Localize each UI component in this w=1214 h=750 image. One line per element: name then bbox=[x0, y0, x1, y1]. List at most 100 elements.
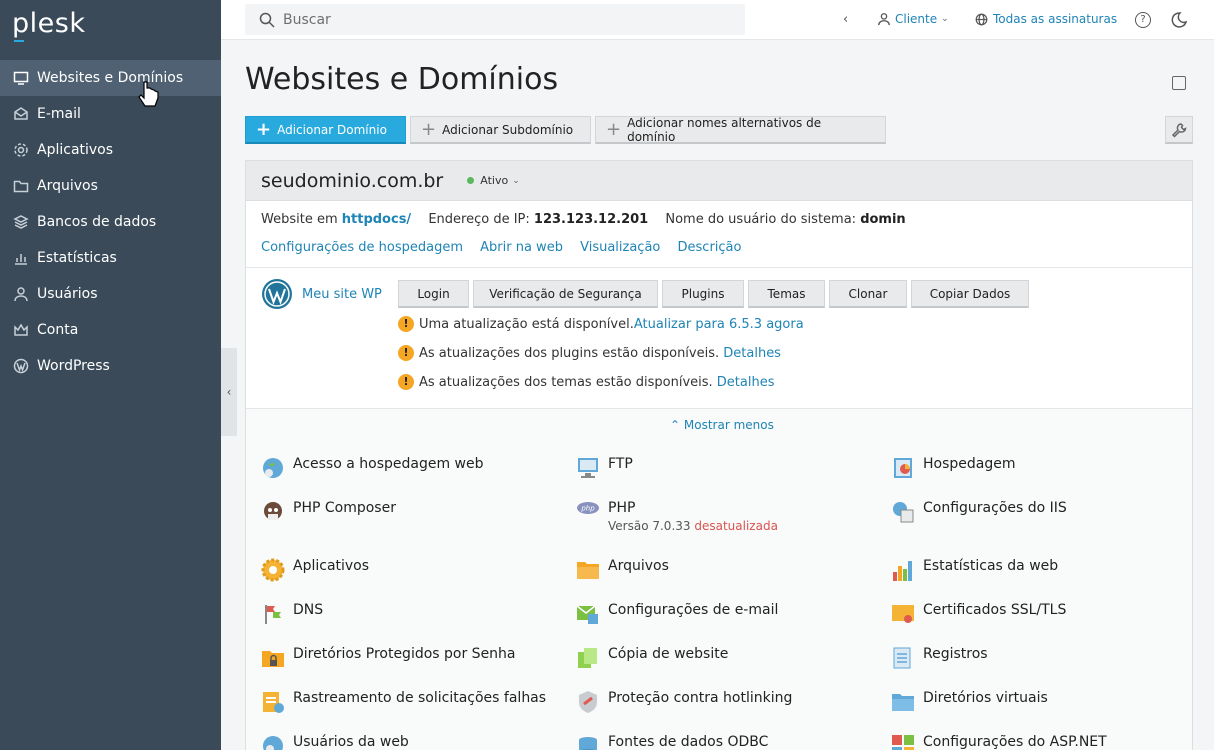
add-domain-aliases-button[interactable]: + Adicionar nomes alternativos de domíni… bbox=[595, 116, 886, 144]
sidebar-item-files[interactable]: Arquivos bbox=[0, 168, 221, 204]
tool-php[interactable]: php PHP Versão 7.0.33 desatualizada bbox=[576, 500, 778, 533]
wp-clone-button[interactable]: Clonar bbox=[829, 280, 907, 308]
globe-user-icon bbox=[263, 458, 283, 478]
tool-label: Configurações de e-mail bbox=[608, 602, 779, 618]
update-now-link[interactable]: Atualizar para 6.5.3 agora bbox=[634, 317, 804, 332]
tool-failed-request-tracing[interactable]: Rastreamento de solicitações falhas bbox=[261, 690, 546, 714]
sidebar-item-databases[interactable]: Bancos de dados bbox=[0, 204, 221, 240]
plugins-details-link[interactable]: Detalhes bbox=[723, 346, 781, 361]
mail-icon bbox=[12, 105, 30, 123]
tool-odbc-sources[interactable]: Fontes de dados ODBC bbox=[576, 734, 768, 750]
sidebar-collapse-handle[interactable]: ‹ bbox=[221, 348, 237, 436]
tool-logs[interactable]: Registros bbox=[891, 646, 988, 670]
description-link[interactable]: Descrição bbox=[678, 240, 742, 255]
domain-name[interactable]: seudominio.com.br bbox=[261, 170, 443, 192]
hosting-settings-link[interactable]: Configurações de hospedagem bbox=[261, 240, 463, 255]
tool-label: PHP bbox=[608, 500, 636, 516]
status-label: Ativo bbox=[480, 174, 509, 187]
sidebar-item-email[interactable]: E-mail bbox=[0, 96, 221, 132]
sidebar-item-label: Bancos de dados bbox=[37, 214, 157, 230]
wp-themes-button[interactable]: Temas bbox=[748, 280, 825, 308]
domain-info-row: Website em httpdocs/ Endereço de IP: 123… bbox=[261, 212, 906, 227]
sidebar: plesk Websites e Domínios E-mail Aplicat… bbox=[0, 0, 221, 750]
subscriptions-menu[interactable]: Todas as assinaturas bbox=[975, 12, 1117, 26]
open-in-web-link[interactable]: Abrir na web bbox=[480, 240, 563, 255]
add-aliases-label: Adicionar nomes alternativos de domínio bbox=[627, 115, 822, 144]
wp-security-check-button[interactable]: Verificação de Segurança bbox=[473, 280, 658, 308]
tool-label: Diretórios Protegidos por Senha bbox=[293, 646, 516, 662]
notice-text: As atualizações dos plugins estão dispon… bbox=[419, 345, 724, 361]
add-subdomain-button[interactable]: + Adicionar Subdomínio bbox=[410, 116, 591, 144]
search-input[interactable] bbox=[283, 11, 723, 28]
sidebar-item-label: Estatísticas bbox=[37, 250, 117, 266]
show-less-link[interactable]: ⌃ Mostrar menos bbox=[670, 418, 774, 432]
preview-link[interactable]: Visualização bbox=[580, 240, 660, 255]
wp-login-button[interactable]: Login bbox=[398, 280, 469, 308]
client-label: Cliente bbox=[895, 12, 938, 26]
dns-flags-icon bbox=[265, 605, 281, 624]
plesk-logo[interactable]: plesk bbox=[12, 8, 85, 39]
tool-mail-settings[interactable]: Configurações de e-mail bbox=[576, 602, 778, 626]
wp-plugins-button[interactable]: Plugins bbox=[662, 280, 744, 308]
tool-hosting[interactable]: Hospedagem bbox=[891, 456, 1016, 480]
tool-php-composer[interactable]: PHP Composer bbox=[261, 500, 396, 524]
tool-protected-directories[interactable]: Diretórios Protegidos por Senha bbox=[261, 646, 516, 670]
tool-dns[interactable]: DNS bbox=[261, 602, 323, 626]
hosting-icon bbox=[894, 458, 912, 478]
database-icon bbox=[579, 737, 597, 750]
sidebar-item-apps[interactable]: Aplicativos bbox=[0, 132, 221, 168]
user-icon bbox=[12, 285, 30, 303]
sidebar-item-users[interactable]: Usuários bbox=[0, 276, 221, 312]
tool-label: Usuários da web bbox=[293, 734, 409, 750]
topbar: ‹ Cliente ⌄ Todas as assinaturas ? bbox=[221, 0, 1214, 40]
sidebar-item-label: E-mail bbox=[37, 106, 81, 122]
help-icon[interactable]: ? bbox=[1135, 12, 1151, 28]
tool-hotlink-protection[interactable]: Proteção contra hotlinking bbox=[576, 690, 792, 714]
side-panel-toggle-icon[interactable] bbox=[1172, 76, 1186, 90]
wp-copy-data-button[interactable]: Copiar Dados bbox=[911, 280, 1029, 308]
sidebar-item-wordpress[interactable]: WordPress bbox=[0, 348, 221, 384]
sidebar-item-account[interactable]: Conta bbox=[0, 312, 221, 348]
tool-ssl-certificates[interactable]: Certificados SSL/TLS bbox=[891, 602, 1066, 626]
tool-virtual-directories[interactable]: Diretórios virtuais bbox=[891, 690, 1048, 714]
ip-label: Endereço de IP: bbox=[428, 212, 530, 227]
sidebar-item-websites[interactable]: Websites e Domínios bbox=[0, 60, 221, 96]
php-icon: php bbox=[577, 502, 599, 514]
toolbar: + Adicionar Domínio + Adicionar Subdomín… bbox=[245, 116, 1193, 144]
tool-web-statistics[interactable]: Estatísticas da web bbox=[891, 558, 1058, 582]
web-users-icon bbox=[263, 736, 283, 750]
tool-files[interactable]: Arquivos bbox=[576, 558, 669, 582]
tool-web-users[interactable]: Usuários da web bbox=[261, 734, 409, 750]
domain-card-header: seudominio.com.br Ativo ⌄ bbox=[246, 161, 1192, 201]
sidebar-item-statistics[interactable]: Estatísticas bbox=[0, 240, 221, 276]
tool-label: PHP Composer bbox=[293, 500, 396, 516]
sidebar-item-label: Usuários bbox=[37, 286, 98, 302]
tool-website-copy[interactable]: Cópia de website bbox=[576, 646, 728, 670]
plus-icon: + bbox=[606, 118, 622, 140]
themes-details-link[interactable]: Detalhes bbox=[717, 375, 775, 390]
tool-iis-settings[interactable]: Configurações do IIS bbox=[891, 500, 1067, 524]
tool-label: Certificados SSL/TLS bbox=[923, 602, 1067, 618]
back-chevron-icon[interactable]: ‹ bbox=[843, 12, 848, 27]
tool-aspnet-settings[interactable]: Configurações do ASP.NET bbox=[891, 734, 1107, 750]
shield-link-icon bbox=[579, 691, 597, 713]
themes-update-notice: ! As atualizações dos temas estão dispon… bbox=[398, 374, 774, 390]
website-path-link[interactable]: httpdocs/ bbox=[342, 212, 411, 227]
tool-label: Diretórios virtuais bbox=[923, 690, 1048, 706]
tool-ftp[interactable]: FTP bbox=[576, 456, 633, 480]
status-badge[interactable]: Ativo ⌄ bbox=[467, 174, 520, 187]
tool-label: Aplicativos bbox=[293, 558, 370, 574]
iis-settings-icon bbox=[893, 502, 914, 523]
tool-applications[interactable]: Aplicativos bbox=[261, 558, 369, 582]
client-menu[interactable]: Cliente ⌄ bbox=[877, 12, 949, 26]
moon-icon[interactable] bbox=[1171, 12, 1187, 28]
add-domain-button[interactable]: + Adicionar Domínio bbox=[245, 116, 406, 144]
wp-site-link[interactable]: Meu site WP bbox=[302, 287, 382, 302]
wrench-icon[interactable] bbox=[1165, 116, 1193, 144]
plus-icon: + bbox=[421, 118, 437, 140]
warning-icon: ! bbox=[398, 316, 414, 332]
tool-web-hosting-access[interactable]: Acesso a hospedagem web bbox=[261, 456, 484, 480]
show-less-label: Mostrar menos bbox=[683, 418, 774, 432]
warning-icon: ! bbox=[398, 345, 414, 361]
stats-icon bbox=[12, 249, 30, 267]
